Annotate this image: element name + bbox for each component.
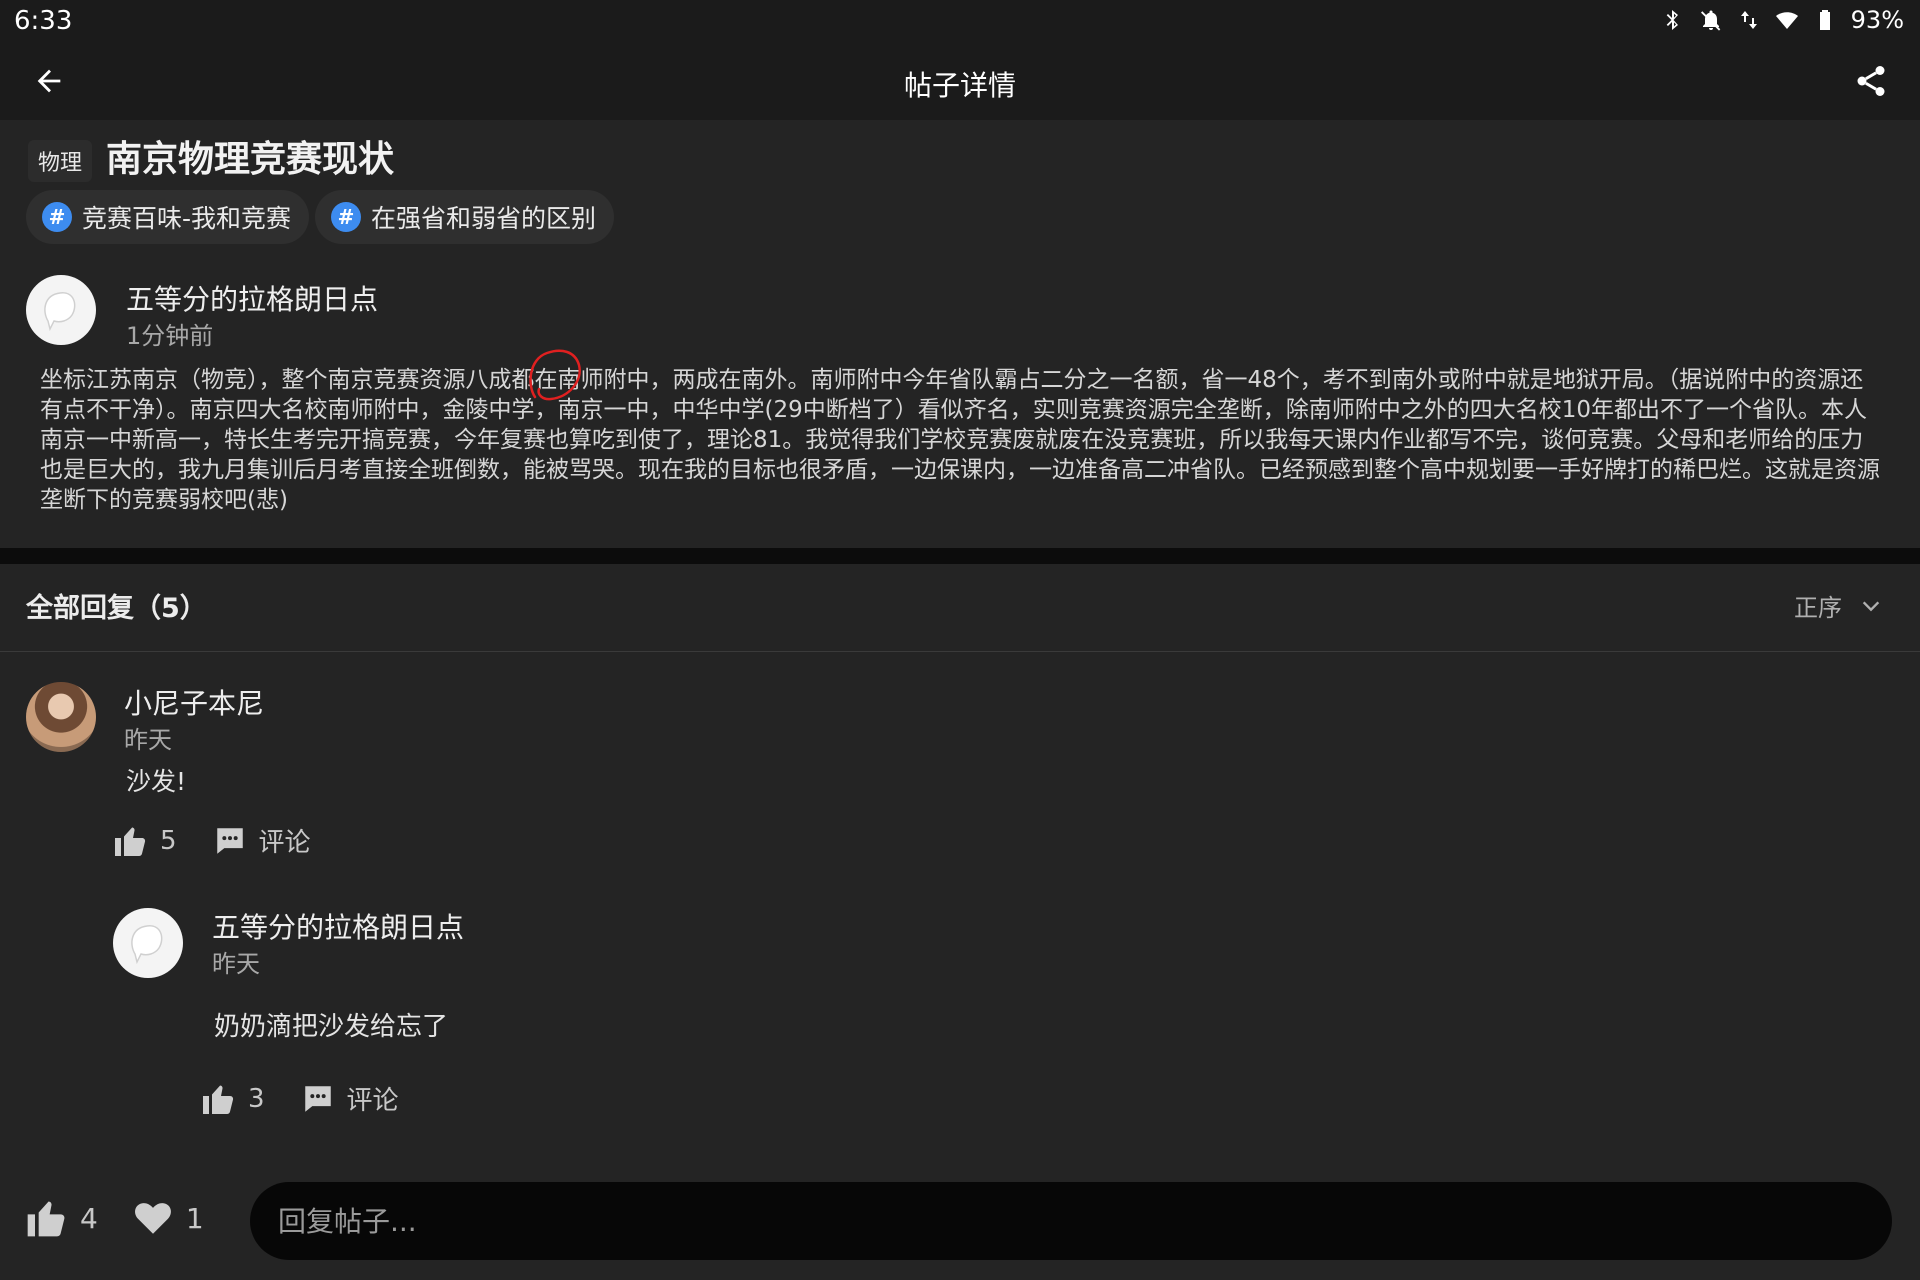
topic-chip[interactable]: # 竞赛百味-我和竞赛	[26, 190, 310, 244]
like-count: 5	[160, 825, 177, 856]
replies-header: 全部回复（5） 正序	[0, 564, 1920, 652]
sub-reply-text: 奶奶滴把沙发给忘了	[214, 1012, 449, 1042]
reply-author[interactable]: 小尼子本尼	[124, 682, 264, 722]
author-name[interactable]: 五等分的拉格朗日点	[126, 278, 378, 318]
reply-actions: 5 评论	[112, 822, 311, 859]
status-bar: 6:33 93%	[0, 0, 1920, 42]
page-title: 帖子详情	[903, 69, 1016, 102]
like-count: 3	[248, 1083, 265, 1114]
avatar[interactable]	[113, 908, 183, 978]
topic-label: 竞赛百味-我和竞赛	[82, 204, 292, 233]
hashtag-icon: #	[331, 202, 361, 232]
share-button[interactable]	[1850, 60, 1892, 102]
chevron-down-icon	[1862, 600, 1880, 611]
post-body: 坐标江苏南京（物竞），整个南京竞赛资源八成都在南师附中，两成在南外。南师附中今年…	[40, 367, 1880, 513]
post-like-count: 4	[80, 1201, 98, 1235]
category-tag[interactable]: 物理	[28, 140, 93, 182]
share-icon	[1857, 66, 1885, 96]
avatar[interactable]	[26, 682, 96, 752]
bluetooth-icon	[1666, 10, 1678, 30]
data-arrows-icon	[1740, 11, 1757, 29]
topic-chip[interactable]: # 在强省和弱省的区别	[315, 190, 615, 244]
battery-percent: 93%	[1850, 6, 1904, 34]
hashtag-icon: #	[42, 202, 72, 232]
reply-text: 沙发!	[126, 767, 187, 796]
reply-list: 小尼子本尼 昨天 沙发! 5 评论 五等分的拉格朗日点 昨天 奶奶滴把沙发给忘了…	[0, 652, 1920, 1172]
comment-icon	[304, 1085, 331, 1112]
sort-label: 正序	[1794, 594, 1842, 622]
sub-reply-time: 昨天	[212, 950, 260, 978]
annotation-circle	[529, 349, 581, 401]
battery-icon	[1819, 10, 1830, 30]
thumbs-up-icon	[203, 1085, 234, 1114]
heart-icon	[134, 1203, 171, 1234]
status-icons: 93%	[1661, 6, 1904, 34]
comment-button[interactable]: 评论	[301, 1080, 399, 1117]
thumbs-up-icon	[27, 1201, 65, 1237]
avatar[interactable]	[26, 275, 96, 345]
sort-dropdown[interactable]: 正序	[1794, 588, 1882, 623]
ghost-avatar-icon	[44, 292, 76, 332]
like-button[interactable]: 5	[112, 823, 177, 859]
like-button[interactable]: 3	[200, 1081, 265, 1117]
like-post-button[interactable]: 4	[24, 1196, 98, 1240]
comment-icon	[216, 827, 243, 854]
reply-input[interactable]	[250, 1182, 1892, 1260]
post-title: 南京物理竞赛现状	[106, 139, 395, 180]
comment-label: 评论	[258, 828, 311, 858]
comment-label: 评论	[346, 1086, 399, 1116]
app-bar: 帖子详情	[0, 42, 1920, 120]
thumbs-up-icon	[115, 827, 146, 856]
status-time: 6:33	[14, 6, 73, 36]
post-favorite-count: 1	[185, 1201, 204, 1235]
post-area: 物理 南京物理竞赛现状 # 竞赛百味-我和竞赛 # 在强省和弱省的区别 五等分的…	[0, 120, 1920, 548]
section-divider	[0, 548, 1920, 564]
sub-reply-actions: 3 评论	[200, 1080, 399, 1117]
bell-off-icon	[1700, 10, 1720, 31]
post-actions: 4 1	[24, 1196, 204, 1240]
bottom-bar: 4 1	[0, 1172, 1920, 1280]
topic-label: 在强省和弱省的区别	[371, 204, 597, 233]
ghost-avatar-icon	[131, 925, 163, 965]
comment-button[interactable]: 评论	[213, 822, 311, 859]
wifi-icon	[1775, 12, 1798, 29]
reply-time: 昨天	[124, 726, 172, 754]
post-time: 1分钟前	[126, 322, 214, 350]
replies-count-title: 全部回复（5）	[26, 593, 207, 624]
favorite-button[interactable]: 1	[132, 1197, 204, 1239]
sub-reply-author[interactable]: 五等分的拉格朗日点	[212, 906, 464, 946]
